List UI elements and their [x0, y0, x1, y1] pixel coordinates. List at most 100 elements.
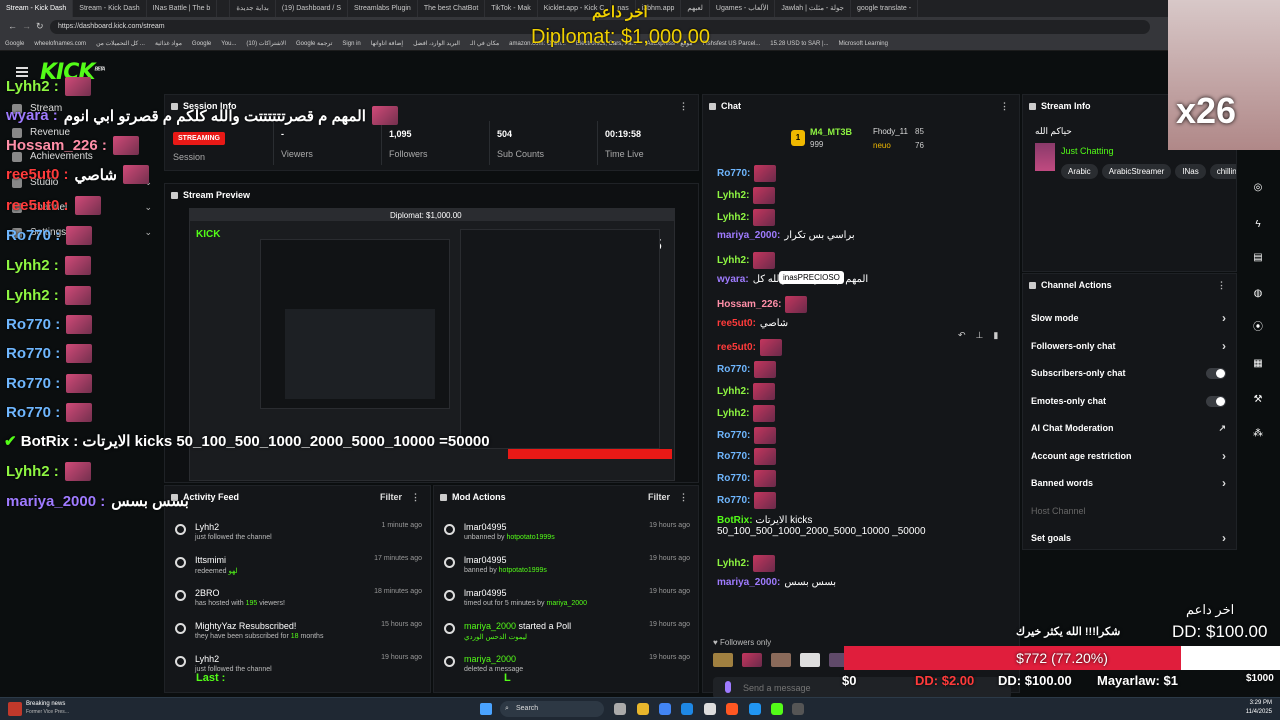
leader-name[interactable]: neuo	[873, 141, 891, 150]
clock-date[interactable]: 11/4/2025	[1228, 709, 1272, 715]
chat-username[interactable]: Lyhh2:	[717, 255, 749, 266]
file-explorer-icon[interactable]	[637, 703, 649, 715]
bookmark-item[interactable]: الاشتراكات (10)	[241, 37, 291, 50]
chat-message[interactable]: Ro770:	[717, 448, 777, 466]
chat-message[interactable]: Ro770:	[717, 165, 777, 182]
wrench-icon[interactable]: ⚒	[1249, 391, 1267, 409]
channel-action-account-age-restriction[interactable]: Account age restriction ›	[1031, 446, 1226, 466]
browser-tab[interactable]: Stream - Kick Dash	[0, 0, 74, 17]
chat-message[interactable]: Lyhh2:	[717, 252, 776, 270]
chat-bubble-icon[interactable]: ◍	[1249, 285, 1267, 303]
stream-tag[interactable]: Arabic	[1061, 164, 1098, 179]
chat-username[interactable]: Ro770:	[717, 451, 750, 462]
browser-tab[interactable]: Ugames - الألعاب	[710, 0, 776, 17]
activity-item[interactable]: 2BRO has hosted with 195 viewers! 18 minut…	[165, 586, 432, 620]
chat-message[interactable]: Ro770:	[717, 361, 777, 379]
stream-tag[interactable]: INas	[1175, 164, 1206, 179]
bookmark-item[interactable]: Sign in	[337, 37, 365, 50]
chat-message[interactable]: ree5ut0:	[717, 339, 782, 357]
external-link-icon[interactable]: ↗	[1218, 418, 1226, 438]
channel-action-banned-words[interactable]: Banned words ›	[1031, 473, 1226, 493]
mod-filter-button[interactable]: Filter	[648, 486, 670, 508]
pin-icon[interactable]: ⊥	[976, 330, 984, 341]
chat-username[interactable]: wyara:	[717, 274, 749, 285]
chevron-down-icon[interactable]: ⌄	[144, 227, 152, 238]
chat-username[interactable]: Ro770:	[717, 168, 750, 179]
browser-tab[interactable]: INas Battle | The b	[147, 0, 218, 17]
chat-username[interactable]: Ro770:	[717, 364, 750, 375]
chat-message[interactable]: Lyhh2:	[717, 208, 776, 226]
more-options-icon[interactable]: ⋮	[679, 486, 688, 508]
chat-message[interactable]: Ro770:	[717, 470, 777, 488]
app-icon[interactable]	[704, 703, 716, 715]
chat-username[interactable]: Lyhh2:	[717, 190, 749, 201]
obs-icon[interactable]	[792, 703, 804, 715]
mod-action-item[interactable]: mariya_2000 deleted a message 19 hours ago	[434, 652, 700, 686]
edge-icon[interactable]	[681, 703, 693, 715]
lightning-icon[interactable]: ϟ	[1249, 216, 1267, 234]
channel-action-ai-chat-moderation[interactable]: AI Chat Moderation ↗	[1031, 418, 1226, 438]
browser-tab[interactable]: TikTok - Mak	[485, 0, 538, 17]
browser-tab[interactable]: بداية جديدة	[230, 0, 276, 17]
kick-app-icon[interactable]	[771, 703, 783, 715]
chat-message-botrix[interactable]: BotRix: الايرتات kicks 50_100_500_1000_20…	[717, 515, 1007, 537]
chat-username[interactable]: Lyhh2:	[717, 386, 749, 397]
bookmark-item[interactable]: مكان في الـ	[465, 37, 504, 50]
channel-action-subscribers-only-chat[interactable]: Subscribers-only chat	[1031, 363, 1226, 383]
browser-tab[interactable]: google translate -	[851, 0, 919, 17]
forward-icon[interactable]: →	[22, 21, 31, 31]
activity-filter-button[interactable]: Filter	[380, 486, 402, 508]
chat-username[interactable]: Lyhh2:	[717, 212, 749, 223]
browser-tab[interactable]: Stream - Kick Dash	[73, 0, 147, 17]
clock-time[interactable]: 3:29 PM	[1228, 700, 1272, 706]
emote[interactable]	[771, 653, 791, 667]
bookmark-item[interactable]: مواد غذائية	[150, 37, 187, 50]
layout-icon[interactable]: ▦	[1249, 355, 1267, 373]
chat-message[interactable]: Lyhh2:	[717, 383, 776, 400]
chat-message[interactable]: Ro770:	[717, 426, 777, 444]
browser-tab[interactable]: Streamlabs Plugin	[348, 0, 418, 17]
chrome-icon[interactable]	[659, 703, 671, 715]
chat-message[interactable]: Hossam_226:	[717, 295, 808, 313]
bookmark-item[interactable]: Google	[187, 37, 216, 50]
chat-username[interactable]: Ro770:	[717, 430, 750, 441]
activity-item[interactable]: Lyhh2 just followed the channel 1 minute a…	[165, 520, 432, 554]
more-options-icon[interactable]: ⋮	[1217, 274, 1226, 296]
windows-start-icon[interactable]	[480, 703, 492, 715]
channel-action-slow-mode[interactable]: Slow mode ›	[1031, 308, 1226, 328]
taskbar-search[interactable]: ⌕ Search	[500, 701, 604, 717]
chat-message[interactable]: mariya_2000: براسي بس تكرار	[717, 230, 855, 241]
chevron-right-icon[interactable]: ›	[1222, 473, 1226, 493]
stream-tag[interactable]: ArabicStreamer	[1101, 164, 1172, 179]
bookmark-item[interactable]: wheelofnames.com	[29, 37, 91, 50]
reload-icon[interactable]: ↻	[36, 21, 44, 32]
chevron-right-icon[interactable]: ›	[1222, 308, 1226, 328]
emote[interactable]	[713, 653, 733, 667]
browser-tab[interactable]: The best ChatBot	[418, 0, 486, 17]
chat-username[interactable]: ree5ut0:	[717, 318, 756, 329]
task-view-icon[interactable]	[614, 703, 626, 715]
chat-message[interactable]: Lyhh2:	[717, 404, 776, 422]
browser-tab[interactable]: لعبهم	[681, 0, 710, 17]
chat-username[interactable]: Lyhh2:	[717, 558, 749, 569]
nodes-icon[interactable]: ⁂	[1249, 425, 1267, 443]
channel-action-emotes-only-chat[interactable]: Emotes-only chat	[1031, 391, 1226, 411]
leader-name[interactable]: Fhody_11	[873, 127, 908, 136]
emote[interactable]	[742, 653, 762, 667]
chevron-right-icon[interactable]: ›	[1222, 528, 1226, 548]
mod-action-item[interactable]: mariya_2000 started a Poll ليموت الدحس ا…	[434, 619, 700, 653]
chat-username[interactable]: Lyhh2:	[717, 408, 749, 419]
chat-username[interactable]: mariya_2000:	[717, 230, 780, 241]
chat-message[interactable]: ree5ut0: شاصي	[717, 318, 788, 329]
news-icon[interactable]	[8, 702, 22, 716]
mic-icon[interactable]	[725, 681, 731, 693]
browser-tab[interactable]: (19) Dashboard / S	[276, 0, 348, 17]
bookmark-item[interactable]: البريد الوارد، افضل	[408, 37, 465, 50]
bookmark-item[interactable]: You...	[216, 37, 241, 50]
chat-username[interactable]: Ro770:	[717, 473, 750, 484]
channel-action-set-goals[interactable]: Set goals ›	[1031, 528, 1226, 548]
activity-item[interactable]: Ittsmimi redeemed لهو 17 minutes ago	[165, 553, 432, 587]
bookmark-item[interactable]: Google ترجمة	[291, 37, 337, 50]
category-link[interactable]: Just Chatting	[1061, 146, 1114, 156]
brave-icon[interactable]	[726, 703, 738, 715]
